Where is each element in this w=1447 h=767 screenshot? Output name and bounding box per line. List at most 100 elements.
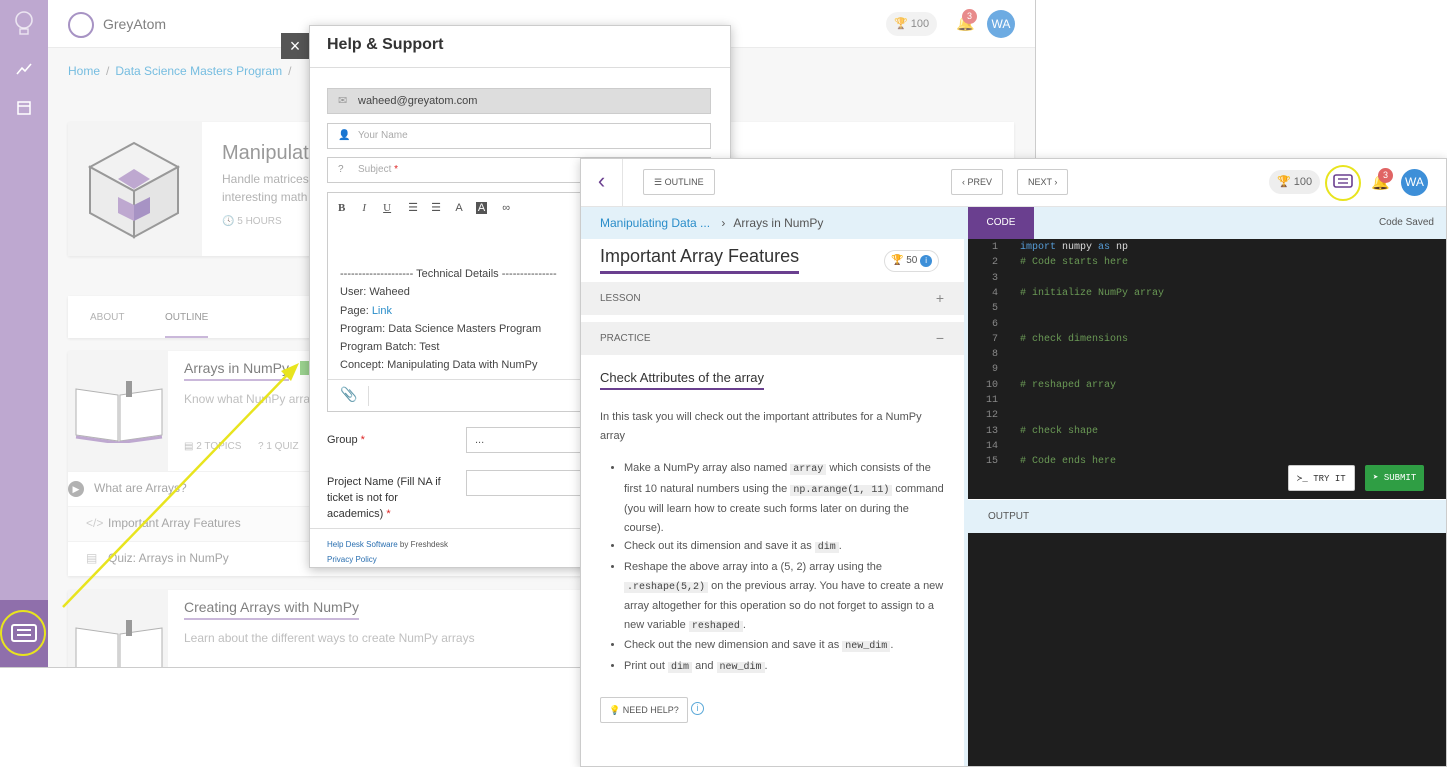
- info-icon[interactable]: i: [920, 255, 933, 267]
- line-number: 8: [991, 349, 998, 361]
- info-icon[interactable]: i: [691, 702, 704, 715]
- project-label-line: academics) *: [327, 506, 441, 522]
- line-number: 4: [991, 287, 998, 299]
- code-line: # reshaped array: [1020, 380, 1116, 391]
- text: Print out: [624, 659, 669, 672]
- lesson-top-bar: ‹ ☰ OUTLINE ‹ PREV NEXT › 🏆 100 🔔 3 WA: [581, 159, 1446, 207]
- text-color-icon[interactable]: A: [455, 202, 462, 214]
- points-badge[interactable]: 🏆 100: [1269, 170, 1321, 194]
- bullet-list-icon[interactable]: ☰: [408, 202, 418, 214]
- line-number: 3: [991, 272, 998, 284]
- menu-icon: ☰: [654, 177, 663, 187]
- save-status: Code Saved: [1378, 217, 1434, 228]
- technical-details: -------------------- Technical Details -…: [340, 265, 557, 375]
- question-icon: ?: [338, 164, 344, 175]
- need-help-button[interactable]: 💡 NEED HELP?: [600, 697, 688, 723]
- link-icon[interactable]: ∞: [502, 202, 510, 214]
- modal-title: Help & Support: [327, 36, 444, 53]
- helpdesk-link[interactable]: Help Desk Software: [327, 540, 398, 549]
- subject-placeholder: Subject: [358, 164, 392, 175]
- code-snippet: reshaped: [688, 620, 743, 632]
- required-mark: *: [394, 164, 399, 175]
- trophy-icon: 🏆: [891, 255, 904, 266]
- bold-button[interactable]: B: [338, 202, 345, 214]
- background-color-icon[interactable]: A: [475, 202, 488, 214]
- keyword: import: [1020, 242, 1057, 253]
- task-title: Check Attributes of the array: [600, 370, 765, 390]
- code-comment: # initialize NumPy array: [1020, 287, 1165, 299]
- breadcrumb-lesson[interactable]: Arrays in NumPy: [733, 216, 823, 230]
- code-text: numpy: [1056, 242, 1099, 253]
- tech-page-label: Page:: [340, 304, 372, 317]
- output-console: [968, 533, 1446, 766]
- code-line: # Code ends here: [1020, 456, 1116, 467]
- group-label: Group *: [327, 434, 365, 446]
- footer-by: by Freshdesk: [397, 540, 448, 549]
- lesson-title: Important Array Features: [600, 246, 800, 274]
- tech-batch: Program Batch: Test: [340, 341, 440, 354]
- terminal-icon: ≻_: [1297, 474, 1308, 484]
- text: .: [742, 618, 746, 631]
- email-field[interactable]: ✉ waheed@greyatom.com: [327, 88, 711, 114]
- underline-button[interactable]: U: [383, 202, 391, 214]
- text: Check out the new dimension and save it …: [624, 639, 843, 652]
- tech-page-link[interactable]: Link: [372, 305, 392, 317]
- code-comment: # Code ends here: [1020, 456, 1117, 468]
- code-line: # check dimensions: [1020, 334, 1128, 345]
- name-field[interactable]: 👤 Your Name: [327, 123, 711, 149]
- code-snippet: new_dim: [842, 641, 891, 653]
- breadcrumb-concept[interactable]: Manipulating Data ...: [600, 216, 710, 230]
- chevron-right-icon: ›: [721, 216, 726, 230]
- divider: [368, 386, 369, 406]
- project-label-line: Project Name (Fill NA if: [327, 476, 441, 488]
- lightbulb-icon: 💡: [609, 705, 621, 715]
- name-placeholder: Your Name: [358, 130, 408, 141]
- numbered-list-icon[interactable]: ☰: [431, 202, 441, 214]
- paperclip-icon[interactable]: 📎: [340, 386, 357, 403]
- text: and: [692, 659, 717, 672]
- next-button[interactable]: NEXT ›: [1017, 169, 1069, 195]
- section-label: LESSON: [600, 293, 641, 304]
- output-header: OUTPUT: [968, 500, 1446, 533]
- close-icon[interactable]: ×: [281, 33, 309, 59]
- line-number: 14: [985, 440, 998, 452]
- outline-button[interactable]: ☰ OUTLINE: [643, 169, 715, 195]
- list-item: Reshape the above array into a (5, 2) ar…: [624, 558, 944, 636]
- code-line: # initialize NumPy array: [1020, 288, 1164, 299]
- points-value: 100: [1293, 176, 1313, 188]
- tech-program: Program: Data Science Masters Program: [340, 322, 542, 335]
- code-editor[interactable]: 1 import numpy as np 2 # Code starts here 3 4…: [968, 239, 1446, 499]
- tab-code[interactable]: CODE: [968, 207, 1034, 239]
- section-practice[interactable]: PRACTICE −: [581, 322, 964, 355]
- lesson-points: 🏆 50 i: [884, 250, 940, 272]
- prev-button[interactable]: ‹ PREV: [951, 169, 1004, 195]
- list-item: Print out dim and new_dim.: [624, 657, 944, 678]
- line-number: 12: [985, 410, 998, 422]
- text: .: [838, 540, 842, 553]
- list-item: Make a NumPy array also named array whic…: [624, 459, 944, 537]
- line-number: 5: [991, 303, 998, 315]
- divider: [310, 67, 730, 68]
- line-number: 15: [985, 456, 998, 468]
- code-snippet: array: [790, 464, 827, 475]
- back-chevron-icon[interactable]: ‹: [581, 159, 623, 206]
- text: .: [890, 639, 894, 652]
- submit-button[interactable]: ➤ SUBMIT: [1365, 465, 1425, 491]
- highlight-ring: [0, 610, 46, 656]
- line-number: 6: [991, 318, 998, 330]
- try-it-button[interactable]: ≻_ TRY IT: [1288, 465, 1355, 491]
- section-lesson[interactable]: LESSON +: [581, 282, 964, 315]
- code-snippet: .reshape(5,2): [624, 581, 709, 593]
- task-intro: In this task you will check out the impo…: [600, 411, 922, 442]
- tech-user: User: Waheed: [340, 286, 410, 299]
- line-number: 7: [991, 333, 998, 345]
- line-number: 1: [991, 242, 998, 253]
- avatar[interactable]: WA: [1401, 169, 1428, 196]
- text: Make a NumPy array also named: [624, 462, 791, 474]
- text: Reshape the above array into a (5, 2) ar…: [624, 560, 883, 573]
- submit-label: SUBMIT: [1383, 473, 1417, 483]
- plus-icon: +: [935, 290, 944, 306]
- italic-button[interactable]: I: [362, 202, 366, 214]
- highlight-ring: [1325, 165, 1361, 201]
- line-number: 2: [991, 257, 998, 269]
